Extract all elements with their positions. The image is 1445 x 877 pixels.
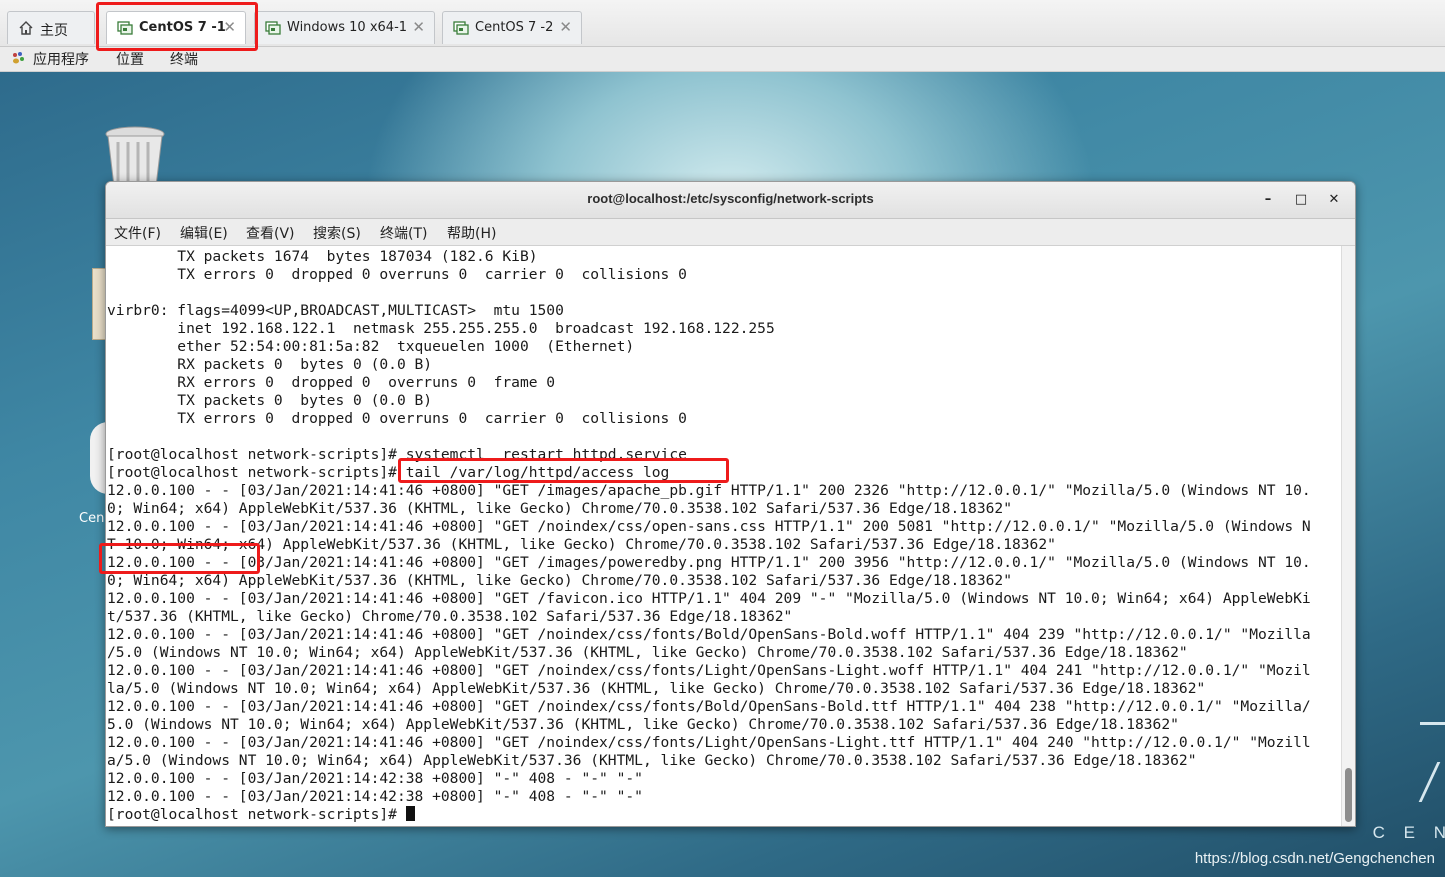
terminal-line: RX packets 0 bytes 0 (0.0 B) [107, 356, 433, 373]
terminal-line: virbr0: flags=4099<UP,BROADCAST,MULTICAS… [107, 302, 564, 319]
terminal-line: 12.0.0.100 - - [03/Jan/2021:14:41:46 +08… [107, 698, 1311, 715]
scrollbar-thumb[interactable] [1345, 768, 1352, 822]
minimize-button[interactable]: – [1258, 190, 1278, 210]
menu-edit[interactable]: 编辑(E) [180, 223, 228, 243]
centos-logo-text: C E N [1372, 823, 1445, 842]
tab-centos-7-2-label: CentOS 7 -2 [475, 20, 554, 35]
terminal-line: 12.0.0.100 - - [03/Jan/2021:14:41:46 +08… [107, 518, 1311, 535]
maximize-button[interactable]: □ [1291, 190, 1311, 210]
terminal-line: 0; Win64; x64) AppleWebKit/537.36 (KHTML… [107, 500, 1012, 517]
terminal-line: [root@localhost network-scripts]# system… [107, 446, 687, 463]
terminal-line: a/5.0 (Windows NT 10.0; Win64; x64) Appl… [107, 752, 1197, 769]
terminal-line: t/537.36 (KHTML, like Gecko) Chrome/70.0… [107, 608, 793, 625]
tab-centos-7-1-label: CentOS 7 -1 [139, 20, 226, 35]
terminal-line: 12.0.0.100 - - [03/Jan/2021:14:41:46 +08… [107, 590, 1311, 607]
terminal-window: root@localhost:/etc/sysconfig/network-sc… [105, 181, 1356, 827]
tab-home-label: 主页 [40, 23, 68, 39]
terminal-menubar: 文件(F) 编辑(E) 查看(V) 搜索(S) 终端(T) 帮助(H) [106, 219, 1355, 246]
home-icon [18, 20, 34, 36]
tab-windows-10-label: Windows 10 x64-1 [287, 20, 408, 35]
terminal-line: ether 52:54:00:81:5a:82 txqueuelen 1000 … [107, 338, 635, 355]
tab-windows-10-x64-1[interactable]: Windows 10 x64-1 ✕ [254, 11, 435, 44]
text-cursor [405, 806, 415, 821]
terminal-line: 12.0.0.100 - - [03/Jan/2021:14:41:46 +08… [107, 554, 1311, 571]
terminal-line: 5.0 (Windows NT 10.0; Win64; x64) AppleW… [107, 716, 1179, 733]
gnome-foot-icon [10, 51, 26, 69]
terminal-titlebar[interactable]: root@localhost:/etc/sysconfig/network-sc… [106, 182, 1355, 219]
terminal-prompt: [root@localhost network-scripts]# [107, 806, 406, 823]
terminal-line: 12.0.0.100 - - [03/Jan/2021:14:42:38 +08… [107, 770, 643, 787]
terminal-line: TX errors 0 dropped 0 overruns 0 carrier… [107, 410, 687, 427]
close-icon[interactable]: ✕ [223, 18, 236, 36]
terminal-scrollbar[interactable] [1341, 246, 1355, 826]
terminal-line: T 10.0; Win64; x64) AppleWebKit/537.36 (… [107, 536, 1056, 553]
desktop-icon-label: Cen [79, 511, 105, 526]
terminal-line: [root@localhost network-scripts]# tail /… [107, 464, 670, 481]
menu-applications[interactable]: 应用程序 [33, 49, 89, 69]
close-button[interactable]: ✕ [1324, 190, 1344, 210]
terminal-line: la/5.0 (Windows NT 10.0; Win64; x64) App… [107, 680, 1206, 697]
vm-icon [453, 20, 469, 36]
terminal-line: 12.0.0.100 - - [03/Jan/2021:14:41:46 +08… [107, 626, 1311, 643]
logo-bar [1418, 762, 1445, 802]
terminal-prompt-line: [root@localhost network-scripts]# [107, 806, 1311, 824]
vm-icon [117, 20, 133, 36]
terminal-line: 12.0.0.100 - - [03/Jan/2021:14:41:46 +08… [107, 662, 1311, 679]
terminal-line: 0; Win64; x64) AppleWebKit/537.36 (KHTML… [107, 572, 1012, 589]
terminal-line: 12.0.0.100 - - [03/Jan/2021:14:41:46 +08… [107, 482, 1311, 499]
terminal-title: root@localhost:/etc/sysconfig/network-sc… [587, 191, 874, 206]
terminal-line: RX errors 0 dropped 0 overruns 0 frame 0 [107, 374, 556, 391]
watermark: https://blog.csdn.net/Gengchenchen [1194, 850, 1435, 867]
terminal-line: 12.0.0.100 - - [03/Jan/2021:14:41:46 +08… [107, 734, 1311, 751]
close-icon[interactable]: ✕ [412, 18, 425, 36]
menu-terminal[interactable]: 终端 [170, 49, 198, 69]
menu-file[interactable]: 文件(F) [114, 223, 161, 243]
tab-home[interactable]: 主页 [7, 11, 95, 44]
tab-centos-7-1[interactable]: CentOS 7 -1 ✕ [106, 11, 246, 44]
terminal-output[interactable]: TX packets 1674 bytes 187034 (182.6 KiB)… [106, 246, 1341, 826]
tab-centos-7-2[interactable]: CentOS 7 -2 ✕ [442, 11, 582, 44]
vm-tab-bar: 主页 CentOS 7 -1 ✕ Windows 10 x64-1 ✕ Cent… [0, 0, 1445, 47]
gnome-top-menu: 应用程序 位置 终端 [0, 47, 1445, 72]
terminal-line: 12.0.0.100 - - [03/Jan/2021:14:42:38 +08… [107, 788, 643, 805]
vm-icon [265, 20, 281, 36]
menu-places[interactable]: 位置 [116, 49, 144, 69]
close-icon[interactable]: ✕ [559, 18, 572, 36]
logo-bar [1420, 722, 1445, 725]
terminal-line: TX packets 0 bytes 0 (0.0 B) [107, 392, 433, 409]
terminal-lines: TX packets 1674 bytes 187034 (182.6 KiB)… [107, 248, 1311, 824]
terminal-line: TX errors 0 dropped 0 overruns 0 carrier… [107, 266, 687, 283]
menu-terminal[interactable]: 终端(T) [380, 223, 427, 243]
terminal-line: TX packets 1674 bytes 187034 (182.6 KiB) [107, 248, 538, 265]
menu-view[interactable]: 查看(V) [246, 223, 295, 243]
menu-help[interactable]: 帮助(H) [447, 223, 496, 243]
menu-search[interactable]: 搜索(S) [313, 223, 361, 243]
terminal-line: inet 192.168.122.1 netmask 255.255.255.0… [107, 320, 775, 337]
terminal-line: /5.0 (Windows NT 10.0; Win64; x64) Apple… [107, 644, 1188, 661]
